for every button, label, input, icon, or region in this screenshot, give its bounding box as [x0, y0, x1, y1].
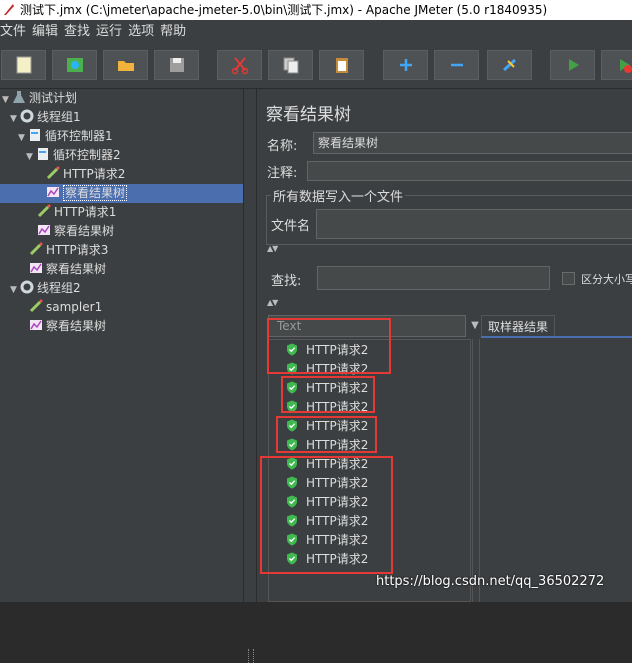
cut-icon: [230, 55, 250, 75]
tree-item-thread-group-2[interactable]: ▼线程组2: [10, 279, 81, 298]
collapse-icon: [447, 55, 467, 75]
toggle-icon: [500, 55, 520, 75]
menu-file[interactable]: 文件: [0, 21, 32, 43]
menu-search[interactable]: 查找: [64, 21, 96, 43]
copy-icon: [281, 55, 301, 75]
collapse-toggle-icon[interactable]: ▼: [10, 281, 20, 300]
annotation-box: [276, 416, 377, 453]
listener-icon: [29, 318, 43, 332]
filename-label: 文件名: [271, 215, 310, 234]
test-plan-icon: [12, 90, 26, 104]
start-icon: [563, 55, 583, 75]
sampler-result-content: [479, 339, 632, 602]
case-sensitive-checkbox[interactable]: [562, 272, 575, 285]
loop-controller-icon: [36, 147, 50, 161]
sampler-icon: [46, 166, 60, 180]
save-icon: [167, 55, 187, 75]
menu-run[interactable]: 运行: [96, 21, 128, 43]
tree-item-view-results-tree-selected[interactable]: 察看结果树: [0, 184, 243, 203]
watermark: https://blog.csdn.net/qq_36502272: [376, 574, 604, 589]
search-label: 查找:: [271, 270, 301, 289]
expand-icon: [396, 55, 416, 75]
filename-field[interactable]: [316, 209, 632, 239]
tab-sampler-result[interactable]: 取样器结果: [481, 315, 555, 337]
collapse-toggle-icon[interactable]: ▼: [26, 148, 36, 167]
toggle-button[interactable]: [487, 50, 532, 80]
open-button[interactable]: [103, 50, 148, 80]
tree-item-loop-controller-2[interactable]: ▼循环控制器2: [26, 146, 121, 165]
templates-icon: [65, 55, 85, 75]
toolbar: [0, 42, 632, 89]
comment-label: 注释:: [267, 162, 297, 181]
divider-grip[interactable]: [248, 649, 254, 663]
tree-item-view-results-tree[interactable]: 察看结果树: [29, 260, 106, 279]
menu-options[interactable]: 选项: [128, 21, 160, 43]
tab-underline: [481, 336, 632, 338]
sampler-icon: [29, 299, 43, 313]
tree-item-view-results-tree[interactable]: 察看结果树: [37, 222, 114, 241]
window-title: 测试下.jmx (C:\jmeter\apache-jmeter-5.0\bin…: [20, 3, 547, 17]
sampler-icon: [29, 242, 43, 256]
menu-help[interactable]: 帮助: [160, 21, 192, 43]
start-no-pause-button[interactable]: [601, 50, 632, 80]
paste-button[interactable]: [319, 50, 364, 80]
menu-edit[interactable]: 编辑: [32, 21, 64, 43]
listener-icon: [37, 223, 51, 237]
sampler-icon: [37, 204, 51, 218]
split-collapse-arrows-icon[interactable]: ▲▼: [267, 244, 277, 253]
tree-item-thread-group-1[interactable]: ▼线程组1: [10, 108, 81, 127]
copy-button[interactable]: [268, 50, 313, 80]
name-label: 名称:: [267, 135, 297, 154]
name-field[interactable]: 察看结果树: [313, 132, 632, 154]
write-to-file-group-label: 所有数据写入一个文件: [271, 186, 405, 205]
panel-title: 察看结果树: [266, 100, 351, 125]
result-tabs: 取样器结果: [481, 315, 632, 337]
case-sensitive-label: 区分大小写: [581, 271, 632, 287]
tree-item-sampler1[interactable]: sampler1: [29, 298, 102, 317]
test-plan-tree: ▼测试计划 ▼线程组1 ▼循环控制器1 ▼循环控制器2 HTTP请求2 察看结果…: [0, 89, 243, 602]
tree-item-loop-controller-1[interactable]: ▼循环控制器1: [18, 127, 113, 146]
window-title-bar: 测试下.jmx (C:\jmeter\apache-jmeter-5.0\bin…: [0, 0, 632, 20]
tree-item-test-plan[interactable]: ▼测试计划: [2, 89, 77, 108]
search-field[interactable]: [317, 266, 550, 290]
templates-button[interactable]: [52, 50, 97, 80]
cut-button[interactable]: [217, 50, 262, 80]
jmeter-feather-icon: [2, 2, 16, 16]
save-button[interactable]: [154, 50, 199, 80]
tree-item-view-results-tree[interactable]: 察看结果树: [29, 317, 106, 336]
annotation-box: [281, 376, 375, 413]
annotation-box: [267, 318, 391, 374]
annotation-box: [260, 456, 393, 574]
tree-item-http-request-3[interactable]: HTTP请求3: [29, 241, 108, 260]
menu-bar: 文件编辑查找运行选项帮助: [0, 20, 632, 42]
new-button[interactable]: [1, 50, 46, 80]
start-no-pause-icon: [614, 55, 632, 75]
comment-field[interactable]: [307, 161, 632, 181]
tree-item-http-request-2[interactable]: HTTP请求2: [46, 165, 125, 184]
thread-group-icon: [20, 280, 34, 294]
split-pane-divider[interactable]: [243, 89, 257, 602]
loop-controller-icon: [28, 128, 42, 142]
tree-item-http-request-1[interactable]: HTTP请求1: [37, 203, 116, 222]
listener-icon: [29, 261, 43, 275]
paste-icon: [332, 55, 352, 75]
expand-all-button[interactable]: [383, 50, 428, 80]
new-icon: [14, 55, 34, 75]
thread-group-icon: [20, 109, 34, 123]
start-button[interactable]: [550, 50, 595, 80]
listener-icon: [46, 185, 60, 199]
open-icon: [116, 55, 136, 75]
split-collapse-arrows-icon[interactable]: ▲▼: [267, 298, 277, 307]
collapse-all-button[interactable]: [434, 50, 479, 80]
